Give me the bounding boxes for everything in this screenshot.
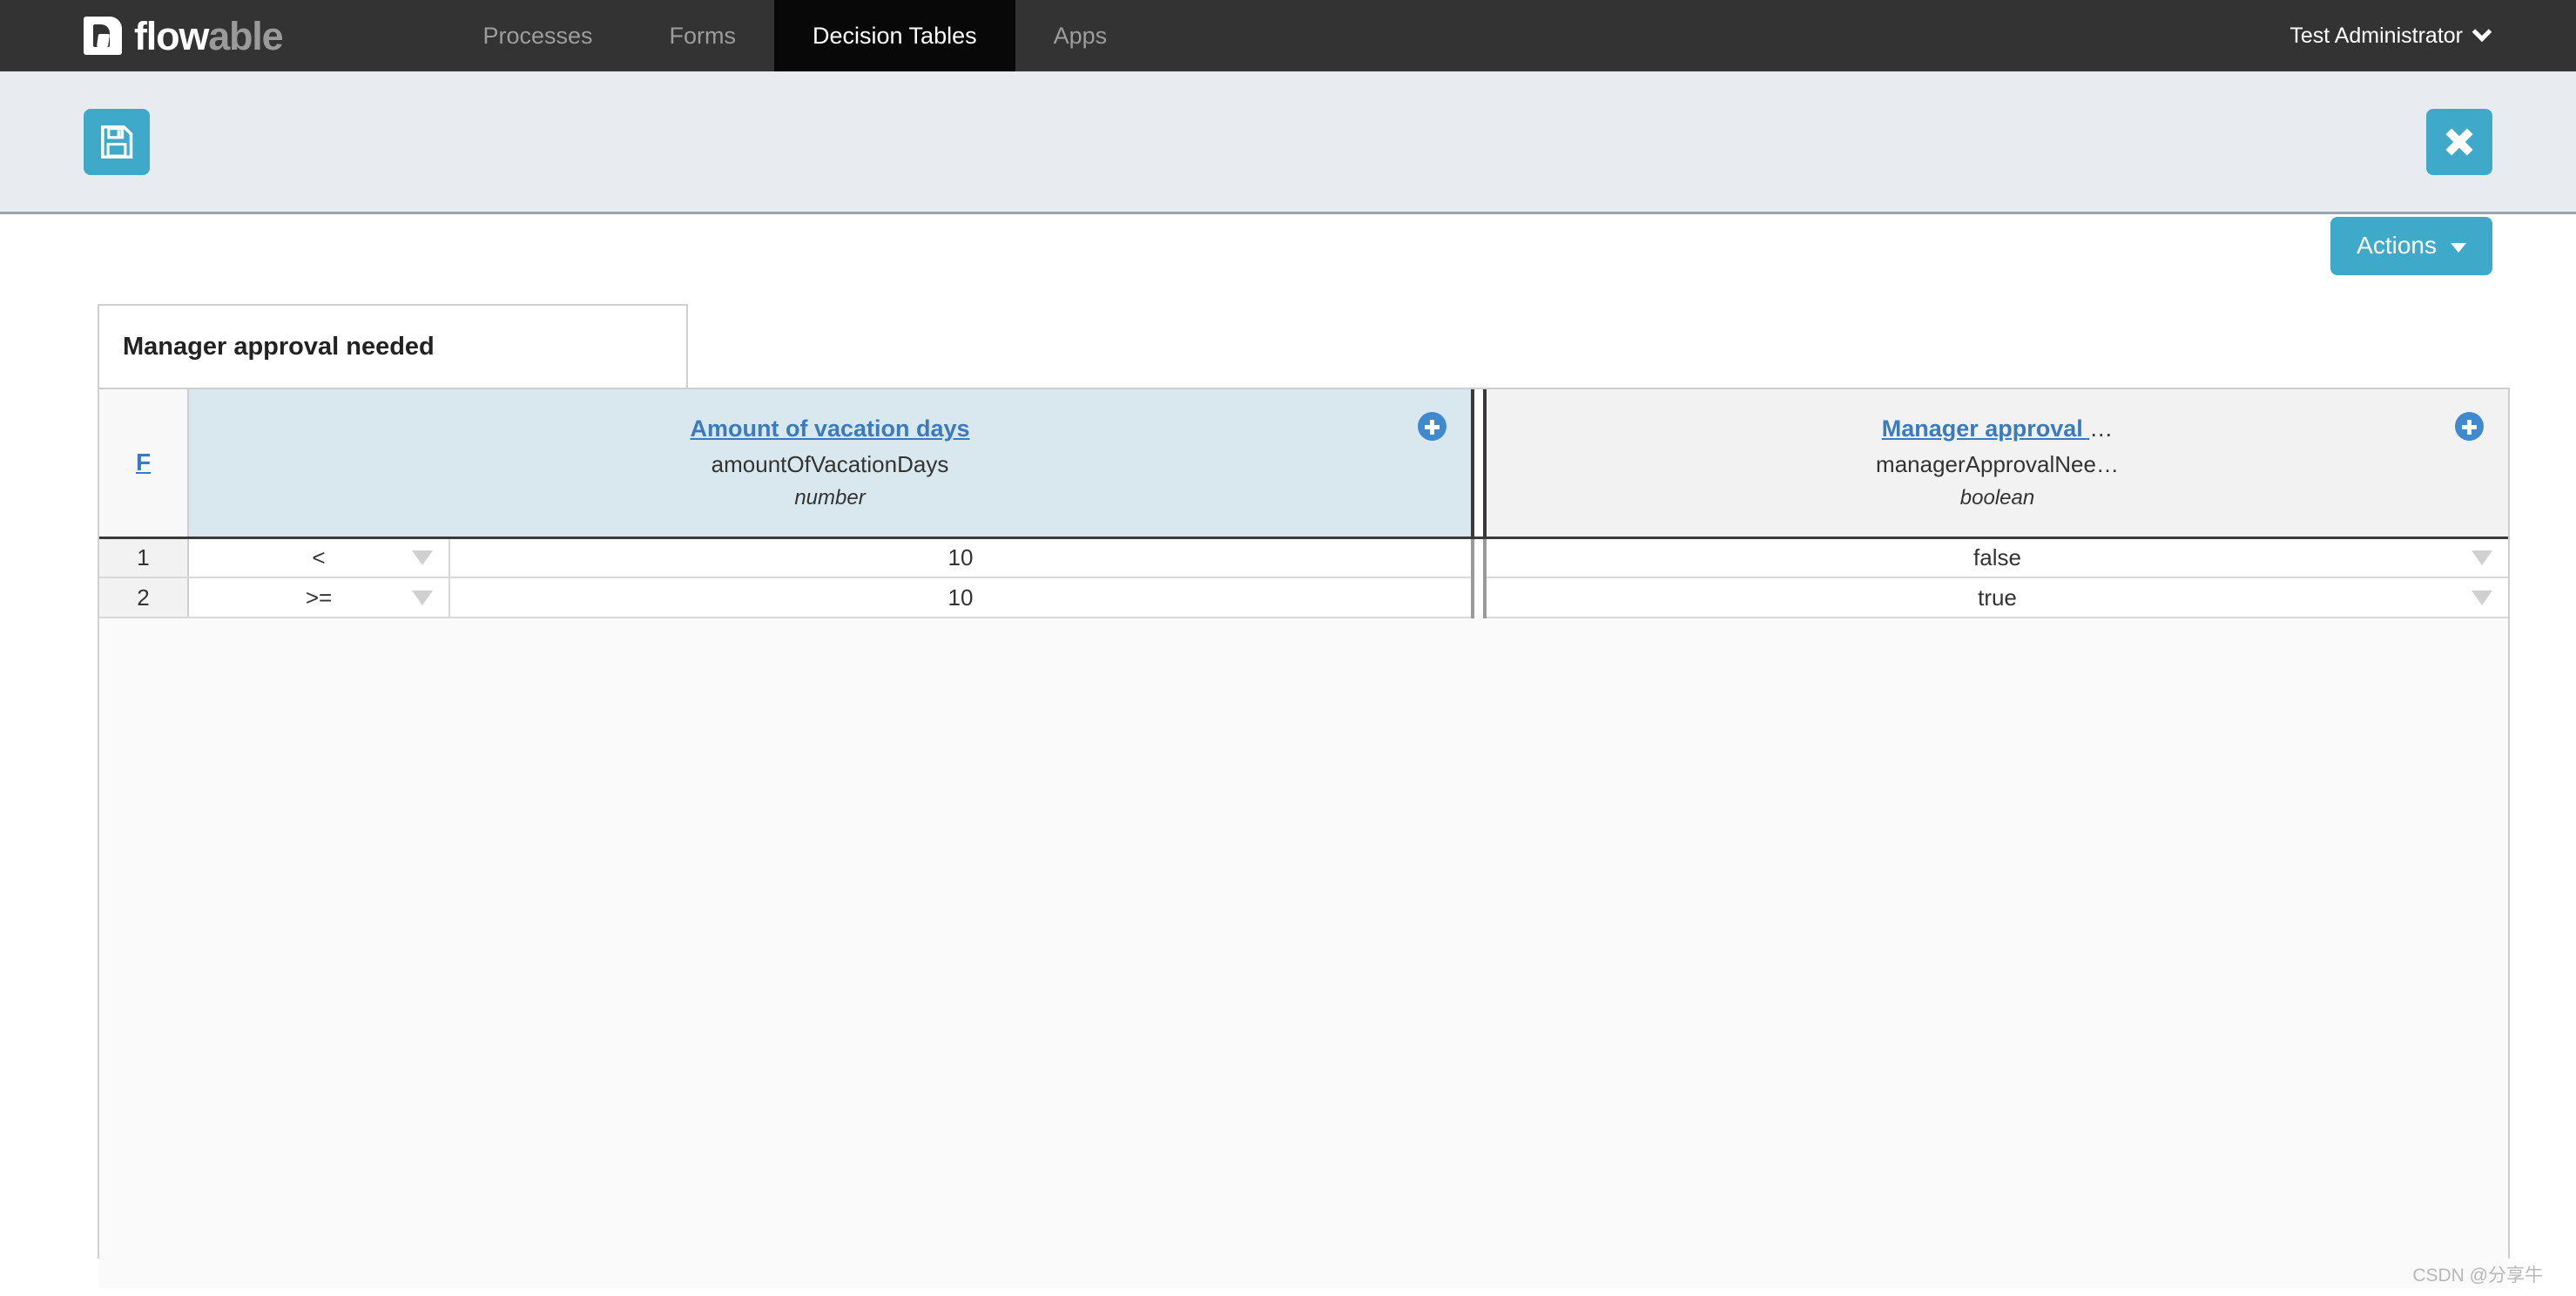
rule-input-value-cell[interactable]: 10 xyxy=(449,577,1473,618)
tab-apps-label: Apps xyxy=(1053,22,1108,49)
tab-processes-label: Processes xyxy=(482,22,593,49)
output-column-type: boolean xyxy=(1959,485,2035,510)
io-separator-body xyxy=(1471,537,1487,577)
brand-logo[interactable]: flowable xyxy=(0,0,284,71)
editor-content: Actions Manager approval needed F Amount… xyxy=(0,217,2576,1296)
table-empty-cell xyxy=(99,618,188,1288)
caret-down-small-icon[interactable] xyxy=(2471,591,2492,605)
hit-policy-cell[interactable]: F xyxy=(99,389,189,539)
watermark-text: CSDN @分享牛 xyxy=(2412,1266,2543,1286)
tab-decision-tables-label: Decision Tables xyxy=(813,22,977,49)
input-column-variable: amountOfVacationDays xyxy=(711,450,949,477)
caret-down-icon xyxy=(2451,242,2466,253)
actions-button-label: Actions xyxy=(2357,232,2437,259)
output-column-variable: managerApprovalNee… xyxy=(1876,450,2119,477)
table-empty-cell xyxy=(1473,618,1485,1288)
table-empty-cell xyxy=(1485,618,2508,1288)
flowable-logo-icon xyxy=(84,17,122,55)
top-navbar: flowable Processes Forms Decision Tables… xyxy=(0,0,2576,83)
input-column-title-row: Amount of vacation days xyxy=(189,415,1471,442)
rule-row-number: 1 xyxy=(99,537,189,578)
rule-output-value: false xyxy=(1973,543,2021,570)
main-nav-tabs: Processes Forms Decision Tables Apps xyxy=(444,0,1146,83)
brand-wordmark-primary: flow xyxy=(134,13,209,58)
tab-decision-tables[interactable]: Decision Tables xyxy=(774,0,1015,83)
decision-table-title-text: Manager approval needed xyxy=(123,332,435,361)
tab-processes[interactable]: Processes xyxy=(444,0,631,71)
save-button[interactable] xyxy=(84,108,150,175)
input-column-type: number xyxy=(794,485,866,510)
rule-operator-cell[interactable]: < xyxy=(188,537,450,578)
tab-forms-label: Forms xyxy=(669,22,737,49)
tab-apps[interactable]: Apps xyxy=(1015,0,1146,71)
output-column-header[interactable]: Manager approval … managerApprovalNee… b… xyxy=(1485,389,2508,539)
add-output-column-icon[interactable] xyxy=(2455,412,2484,441)
table-header-row: F Amount of vacation days amountOfVacati… xyxy=(99,389,2508,539)
table-empty-cell xyxy=(449,618,1473,1288)
actions-button[interactable]: Actions xyxy=(2330,217,2492,275)
io-separator-header xyxy=(1471,389,1487,539)
output-column-title-row: Manager approval … xyxy=(1487,415,2508,442)
brand-wordmark: flowable xyxy=(134,13,284,58)
rule-operator-cell[interactable]: >= xyxy=(188,577,450,618)
caret-down-small-icon[interactable] xyxy=(412,550,433,566)
table-empty-cell xyxy=(188,618,449,1288)
input-column-header[interactable]: Amount of vacation days amountOfVacation… xyxy=(188,389,1473,539)
editor-toolbar xyxy=(0,71,2576,214)
save-floppy-icon xyxy=(101,125,133,159)
user-menu[interactable]: Test Administrator xyxy=(2289,0,2576,71)
table-row: 1 < 10 false xyxy=(99,537,2508,578)
caret-down-small-icon[interactable] xyxy=(412,591,433,605)
user-menu-label: Test Administrator xyxy=(2289,23,2463,48)
rule-output-cell[interactable]: true xyxy=(1485,577,2508,618)
table-row: 2 >= 10 true xyxy=(99,577,2508,618)
close-x-icon xyxy=(2445,127,2473,156)
rule-row-number: 2 xyxy=(99,577,189,618)
rule-output-cell[interactable]: false xyxy=(1485,537,2508,578)
decision-table-grid: F Amount of vacation days amountOfVacati… xyxy=(98,388,2510,1288)
hit-policy-link[interactable]: F xyxy=(136,449,151,476)
chevron-down-icon xyxy=(2471,22,2492,43)
rule-input-value-cell[interactable]: 10 xyxy=(449,537,1473,578)
input-column-title[interactable]: Amount of vacation days xyxy=(690,415,969,442)
table-empty-area xyxy=(99,618,2508,1288)
rule-output-value: true xyxy=(1978,584,2017,611)
close-button[interactable] xyxy=(2426,108,2492,175)
caret-down-small-icon[interactable] xyxy=(2471,550,2492,566)
actions-toolbar: Actions xyxy=(2330,217,2492,275)
io-separator-body xyxy=(1471,577,1487,618)
output-column-title-ellipsis: … xyxy=(2089,415,2114,442)
rule-operator-value: >= xyxy=(305,584,333,611)
decision-table-title[interactable]: Manager approval needed xyxy=(98,304,688,388)
decision-table: F Amount of vacation days amountOfVacati… xyxy=(99,389,2508,1288)
brand-wordmark-secondary: able xyxy=(208,13,283,58)
rule-operator-value: < xyxy=(312,543,326,570)
output-column-title[interactable]: Manager approval xyxy=(1882,415,2090,442)
decision-table-editor: Manager approval needed F Amount of vaca… xyxy=(98,304,2510,1288)
tab-forms[interactable]: Forms xyxy=(631,0,775,71)
add-input-column-icon[interactable] xyxy=(1418,412,1446,441)
